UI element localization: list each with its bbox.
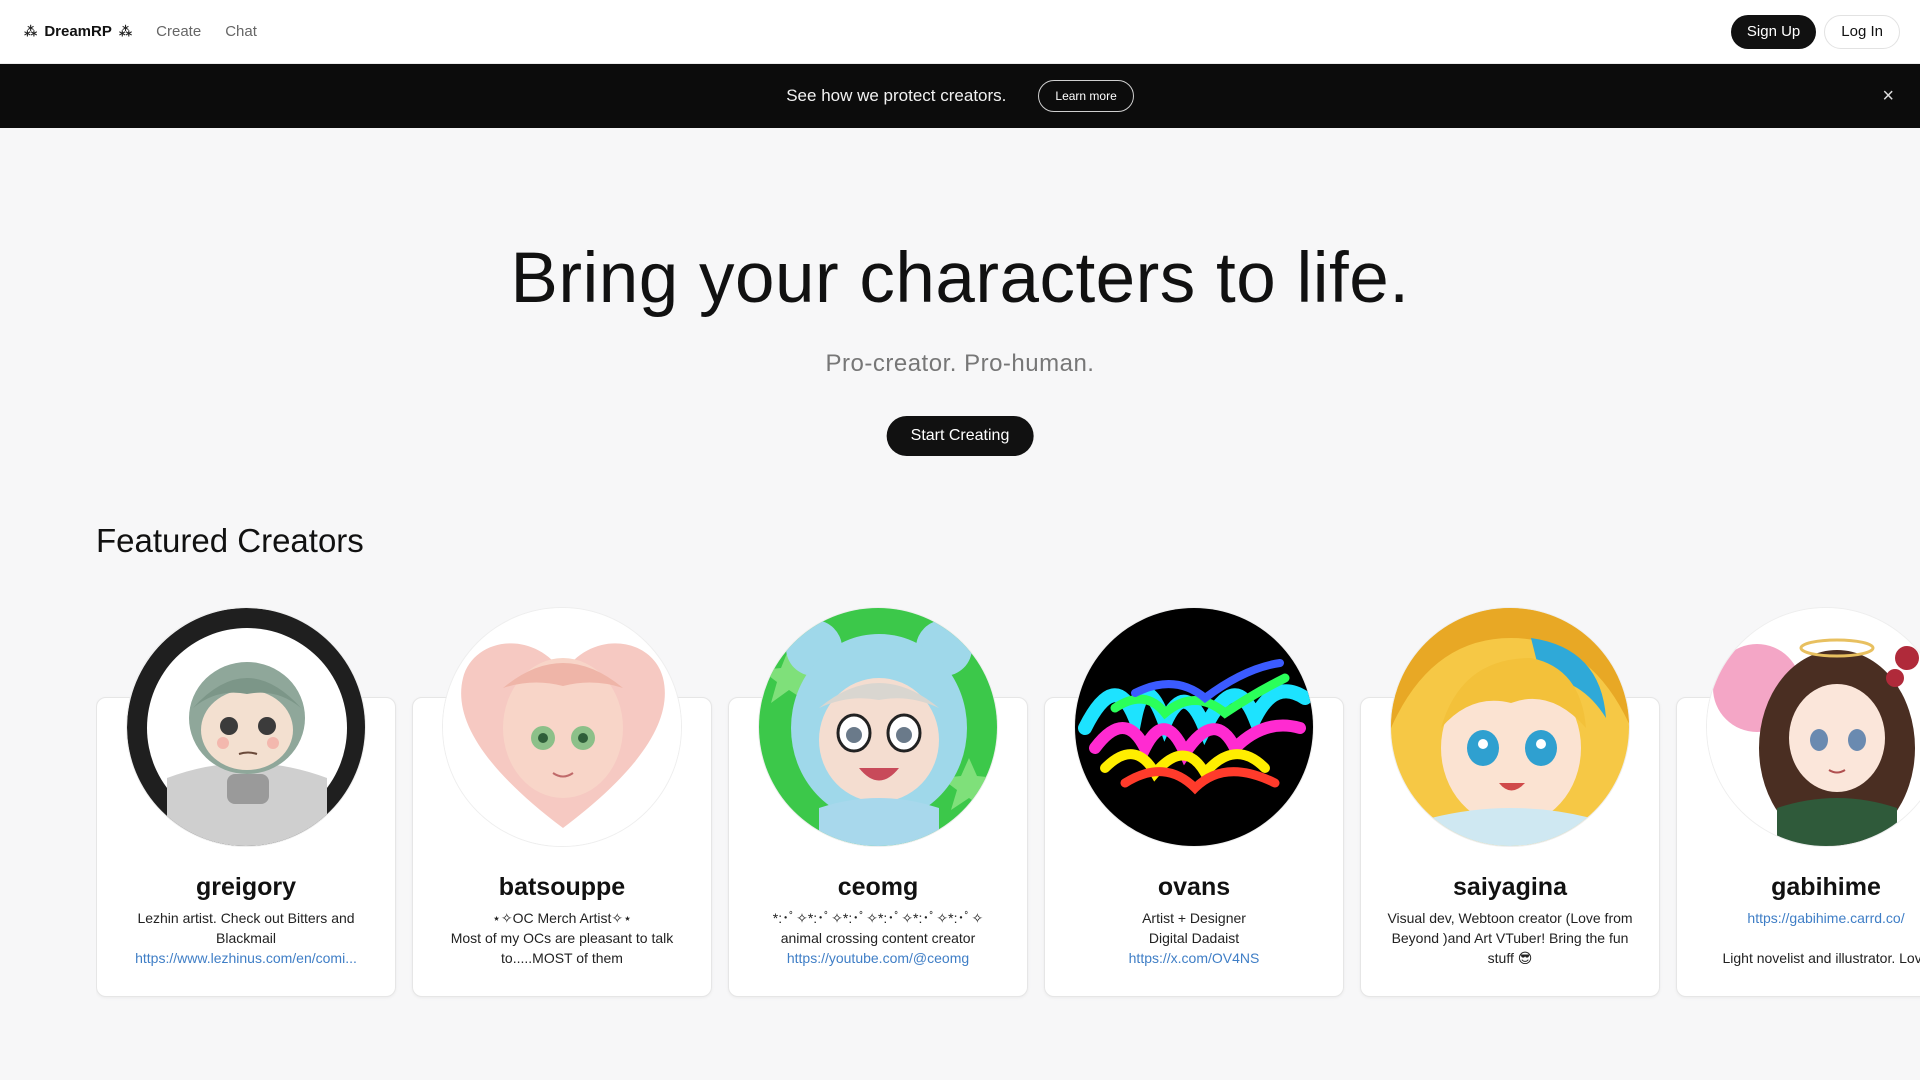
creator-bio-line: *:･ﾟ✧*:･ﾟ✧*:･ﾟ✧*:･ﾟ✧*:･ﾟ✧*:･ﾟ✧ (772, 910, 984, 926)
creator-link[interactable]: https://www.lezhinus.com/en/comi... (115, 948, 377, 968)
creator-link[interactable]: https://x.com/OV4NS (1063, 948, 1325, 968)
creator-card-ovans[interactable]: ovans Artist + Designer Digital Dadaist … (1044, 607, 1344, 997)
learn-more-button[interactable]: Learn more (1038, 80, 1134, 112)
creator-name: batsouppe (498, 873, 626, 901)
creator-bio: Visual dev, Webtoon creator (Love from B… (1379, 908, 1641, 968)
creator-name: ovans (1157, 873, 1231, 901)
creator-bio-line: Light novelist and illustrator. Love (1722, 950, 1920, 966)
banner-text: See how we protect creators. (786, 86, 1007, 105)
brand-logo[interactable]: ⁂ DreamRP ⁂ (24, 23, 132, 40)
creator-bio-line: Artist + Designer (1142, 910, 1246, 926)
creator-bio-text: Visual dev, Webtoon creator (Love from B… (1387, 910, 1633, 966)
creator-name: gabihime (1771, 873, 1881, 901)
creator-name: saiyagina (1453, 873, 1567, 901)
creator-name: ceomg (837, 873, 919, 901)
sign-up-button[interactable]: Sign Up (1730, 14, 1817, 49)
creator-card-ceomg[interactable]: ceomg *:･ﾟ✧*:･ﾟ✧*:･ﾟ✧*:･ﾟ✧*:･ﾟ✧*:･ﾟ✧ ani… (728, 607, 1028, 997)
creator-card-gabihime[interactable]: gabihime https://gabihime.carrd.co/ Ligh… (1676, 607, 1920, 997)
creator-bio: Lezhin artist. Check out Bitters and Bla… (115, 908, 377, 968)
creator-carousel: greigory Lezhin artist. Check out Bitter… (96, 606, 1920, 1006)
creator-name: greigory (195, 873, 297, 901)
creator-bio-line: Most of my OCs are pleasant to talk to..… (450, 930, 674, 966)
brand-name: DreamRP (44, 23, 112, 40)
nav-links: Create Chat (156, 23, 257, 40)
creator-avatar (1074, 607, 1314, 847)
creator-bio: *:･ﾟ✧*:･ﾟ✧*:･ﾟ✧*:･ﾟ✧*:･ﾟ✧*:･ﾟ✧ animal cr… (747, 908, 1009, 968)
creator-bio-text: Lezhin artist. Check out Bitters and Bla… (137, 910, 355, 946)
creator-avatar (442, 607, 682, 847)
creator-bio: ⋆✧OC Merch Artist✧⋆ Most of my OCs are p… (431, 908, 693, 968)
start-creating-button[interactable]: Start Creating (886, 416, 1034, 456)
announcement-banner: See how we protect creators. Learn more … (0, 64, 1920, 128)
creator-bio-line: ⋆✧OC Merch Artist✧⋆ (492, 910, 632, 926)
top-nav: ⁂ DreamRP ⁂ Create Chat Sign Up Log In (0, 0, 1920, 64)
creator-card-greigory[interactable]: greigory Lezhin artist. Check out Bitter… (96, 607, 396, 997)
hero-section: Bring your characters to life. Pro-creat… (0, 128, 1920, 508)
close-icon[interactable]: × (1882, 86, 1894, 106)
creator-bio: https://gabihime.carrd.co/ Light novelis… (1695, 908, 1920, 968)
creator-bio-line: Digital Dadaist (1148, 930, 1240, 946)
sparkle-icon: ⁂ (118, 23, 133, 39)
creator-avatar (1706, 607, 1920, 847)
creator-avatar (1390, 607, 1630, 847)
creator-link[interactable]: https://youtube.com/@ceomg (747, 948, 1009, 968)
auth-buttons: Sign Up Log In (1730, 14, 1900, 49)
creator-card-saiyagina[interactable]: saiyagina Visual dev, Webtoon creator (L… (1360, 607, 1660, 997)
hero-title: Bring your characters to life. (510, 239, 1410, 318)
creator-bio: Artist + Designer Digital Dadaist https:… (1063, 908, 1325, 968)
nav-link-chat[interactable]: Chat (225, 23, 257, 40)
creator-card-batsouppe[interactable]: batsouppe ⋆✧OC Merch Artist✧⋆ Most of my… (412, 607, 712, 997)
creator-avatar (126, 607, 366, 847)
creator-link[interactable]: https://gabihime.carrd.co/ (1695, 908, 1920, 928)
sparkle-icon: ⁂ (24, 23, 38, 39)
creator-avatar (758, 607, 998, 847)
log-in-button[interactable]: Log In (1824, 14, 1900, 49)
hero-subtitle: Pro-creator. Pro-human. (825, 350, 1095, 377)
featured-creators-title: Featured Creators (96, 522, 364, 559)
nav-link-create[interactable]: Create (156, 23, 201, 40)
creator-bio-line: animal crossing content creator (780, 930, 976, 946)
